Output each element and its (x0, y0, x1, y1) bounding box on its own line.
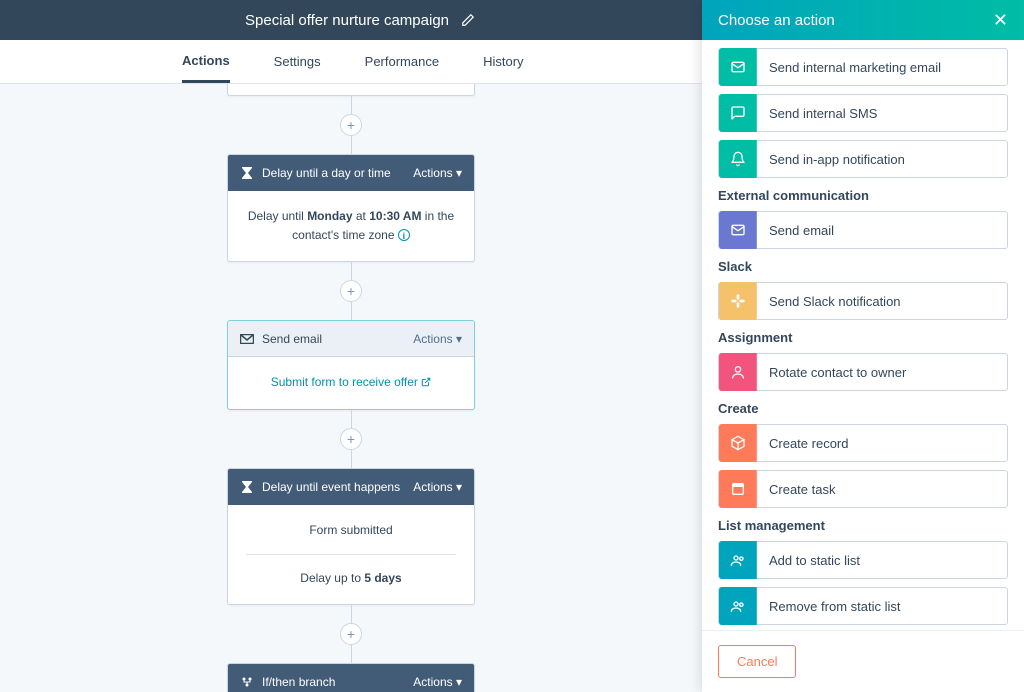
card-header: Delay until event happens Actions ▾ (228, 469, 474, 505)
action-item[interactable]: Add to static list (718, 541, 1008, 579)
connector-line (351, 302, 352, 320)
bell-icon (719, 140, 757, 178)
connector-line (351, 450, 352, 468)
branch-icon (240, 675, 254, 689)
action-label: Send internal marketing email (757, 60, 953, 75)
card-title: Delay until event happens (262, 480, 413, 494)
add-action-button[interactable]: + (340, 114, 362, 136)
action-item[interactable]: Rotate contact to owner (718, 353, 1008, 391)
action-item[interactable]: Create record (718, 424, 1008, 462)
add-action-button[interactable]: + (340, 280, 362, 302)
action-item[interactable]: Send email (718, 211, 1008, 249)
tab-history[interactable]: History (483, 42, 523, 81)
connector-line (351, 262, 352, 280)
workflow-canvas[interactable]: + Delay until a day or time Actions ▾ De… (0, 84, 702, 692)
panel-header: Choose an action ✕ (702, 0, 1024, 40)
action-item[interactable]: Send internal SMS (718, 94, 1008, 132)
delay-day-time-card[interactable]: Delay until a day or time Actions ▾ Dela… (227, 154, 475, 262)
action-label: Send Slack notification (757, 294, 913, 309)
action-label: Create record (757, 436, 860, 451)
card-actions-menu[interactable]: Actions ▾ (413, 166, 462, 180)
delay-event-card[interactable]: Delay until event happens Actions ▾ Form… (227, 468, 475, 605)
card-header: Send email Actions ▾ (228, 321, 474, 357)
edit-title-icon[interactable] (461, 13, 475, 27)
panel-body[interactable]: Send internal marketing email Send intern… (702, 40, 1024, 630)
panel-footer: Cancel (702, 630, 1024, 692)
event-line: Form submitted (246, 521, 456, 540)
card-body: Delay until Monday at 10:30 AM in the co… (228, 191, 474, 261)
if-then-branch-card[interactable]: If/then branch Actions ▾ Requested offer… (227, 663, 475, 692)
group-label: External communication (718, 188, 1008, 203)
card-body: Submit form to receive offer (228, 357, 474, 408)
add-action-button[interactable]: + (340, 428, 362, 450)
email-link[interactable]: Submit form to receive offer (271, 375, 432, 389)
action-item[interactable]: Send Slack notification (718, 282, 1008, 320)
tab-performance[interactable]: Performance (365, 42, 439, 81)
connector-line (351, 605, 352, 623)
info-icon[interactable]: i (398, 229, 410, 241)
group-label: List management (718, 518, 1008, 533)
group-label: Slack (718, 259, 1008, 274)
action-label: Remove from static list (757, 599, 912, 614)
task-icon (719, 470, 757, 508)
mail-icon (240, 332, 254, 346)
tab-settings[interactable]: Settings (274, 42, 321, 81)
workflow-title: Special offer nurture campaign (245, 12, 449, 29)
card-title: Send email (262, 332, 413, 346)
action-item[interactable]: Remove from static list (718, 587, 1008, 625)
panel-title: Choose an action (718, 12, 835, 29)
action-item[interactable]: Send internal marketing email (718, 48, 1008, 86)
action-label: Add to static list (757, 553, 872, 568)
add-action-button[interactable]: + (340, 623, 362, 645)
group-label: Assignment (718, 330, 1008, 345)
close-icon[interactable]: ✕ (993, 10, 1008, 31)
chat-icon (719, 94, 757, 132)
card-title: If/then branch (262, 675, 413, 689)
cancel-button[interactable]: Cancel (718, 645, 796, 678)
card-actions-menu[interactable]: Actions ▾ (413, 480, 462, 494)
user-icon (719, 353, 757, 391)
card-body: Form submitted Delay up to 5 days (228, 505, 474, 604)
card-header: If/then branch Actions ▾ (228, 664, 474, 692)
mail-icon (719, 211, 757, 249)
action-label: Send internal SMS (757, 106, 889, 121)
hourglass-icon (240, 166, 254, 180)
delay-line: Delay up to 5 days (246, 569, 456, 588)
send-email-card[interactable]: Send email Actions ▾ Submit form to rece… (227, 320, 475, 409)
cube-icon (719, 424, 757, 462)
action-label: Create task (757, 482, 847, 497)
action-label: Rotate contact to owner (757, 365, 918, 380)
card-title: Delay until a day or time (262, 166, 413, 180)
slack-icon (719, 282, 757, 320)
users-icon (719, 541, 757, 579)
workflow-card-partial[interactable] (227, 84, 475, 96)
connector-line (351, 410, 352, 428)
mail-icon (719, 48, 757, 86)
action-item[interactable]: Create task (718, 470, 1008, 508)
users-icon (719, 587, 757, 625)
tab-actions[interactable]: Actions (182, 41, 230, 83)
card-actions-menu[interactable]: Actions ▾ (413, 675, 462, 689)
card-header: Delay until a day or time Actions ▾ (228, 155, 474, 191)
connector-line (351, 645, 352, 663)
connector-line (351, 96, 352, 114)
action-label: Send email (757, 223, 846, 238)
hourglass-icon (240, 480, 254, 494)
card-actions-menu[interactable]: Actions ▾ (413, 332, 462, 346)
connector-line (351, 136, 352, 154)
action-label: Send in-app notification (757, 152, 917, 167)
group-label: Create (718, 401, 1008, 416)
choose-action-panel: Choose an action ✕ Send internal marketi… (702, 0, 1024, 692)
action-item[interactable]: Send in-app notification (718, 140, 1008, 178)
